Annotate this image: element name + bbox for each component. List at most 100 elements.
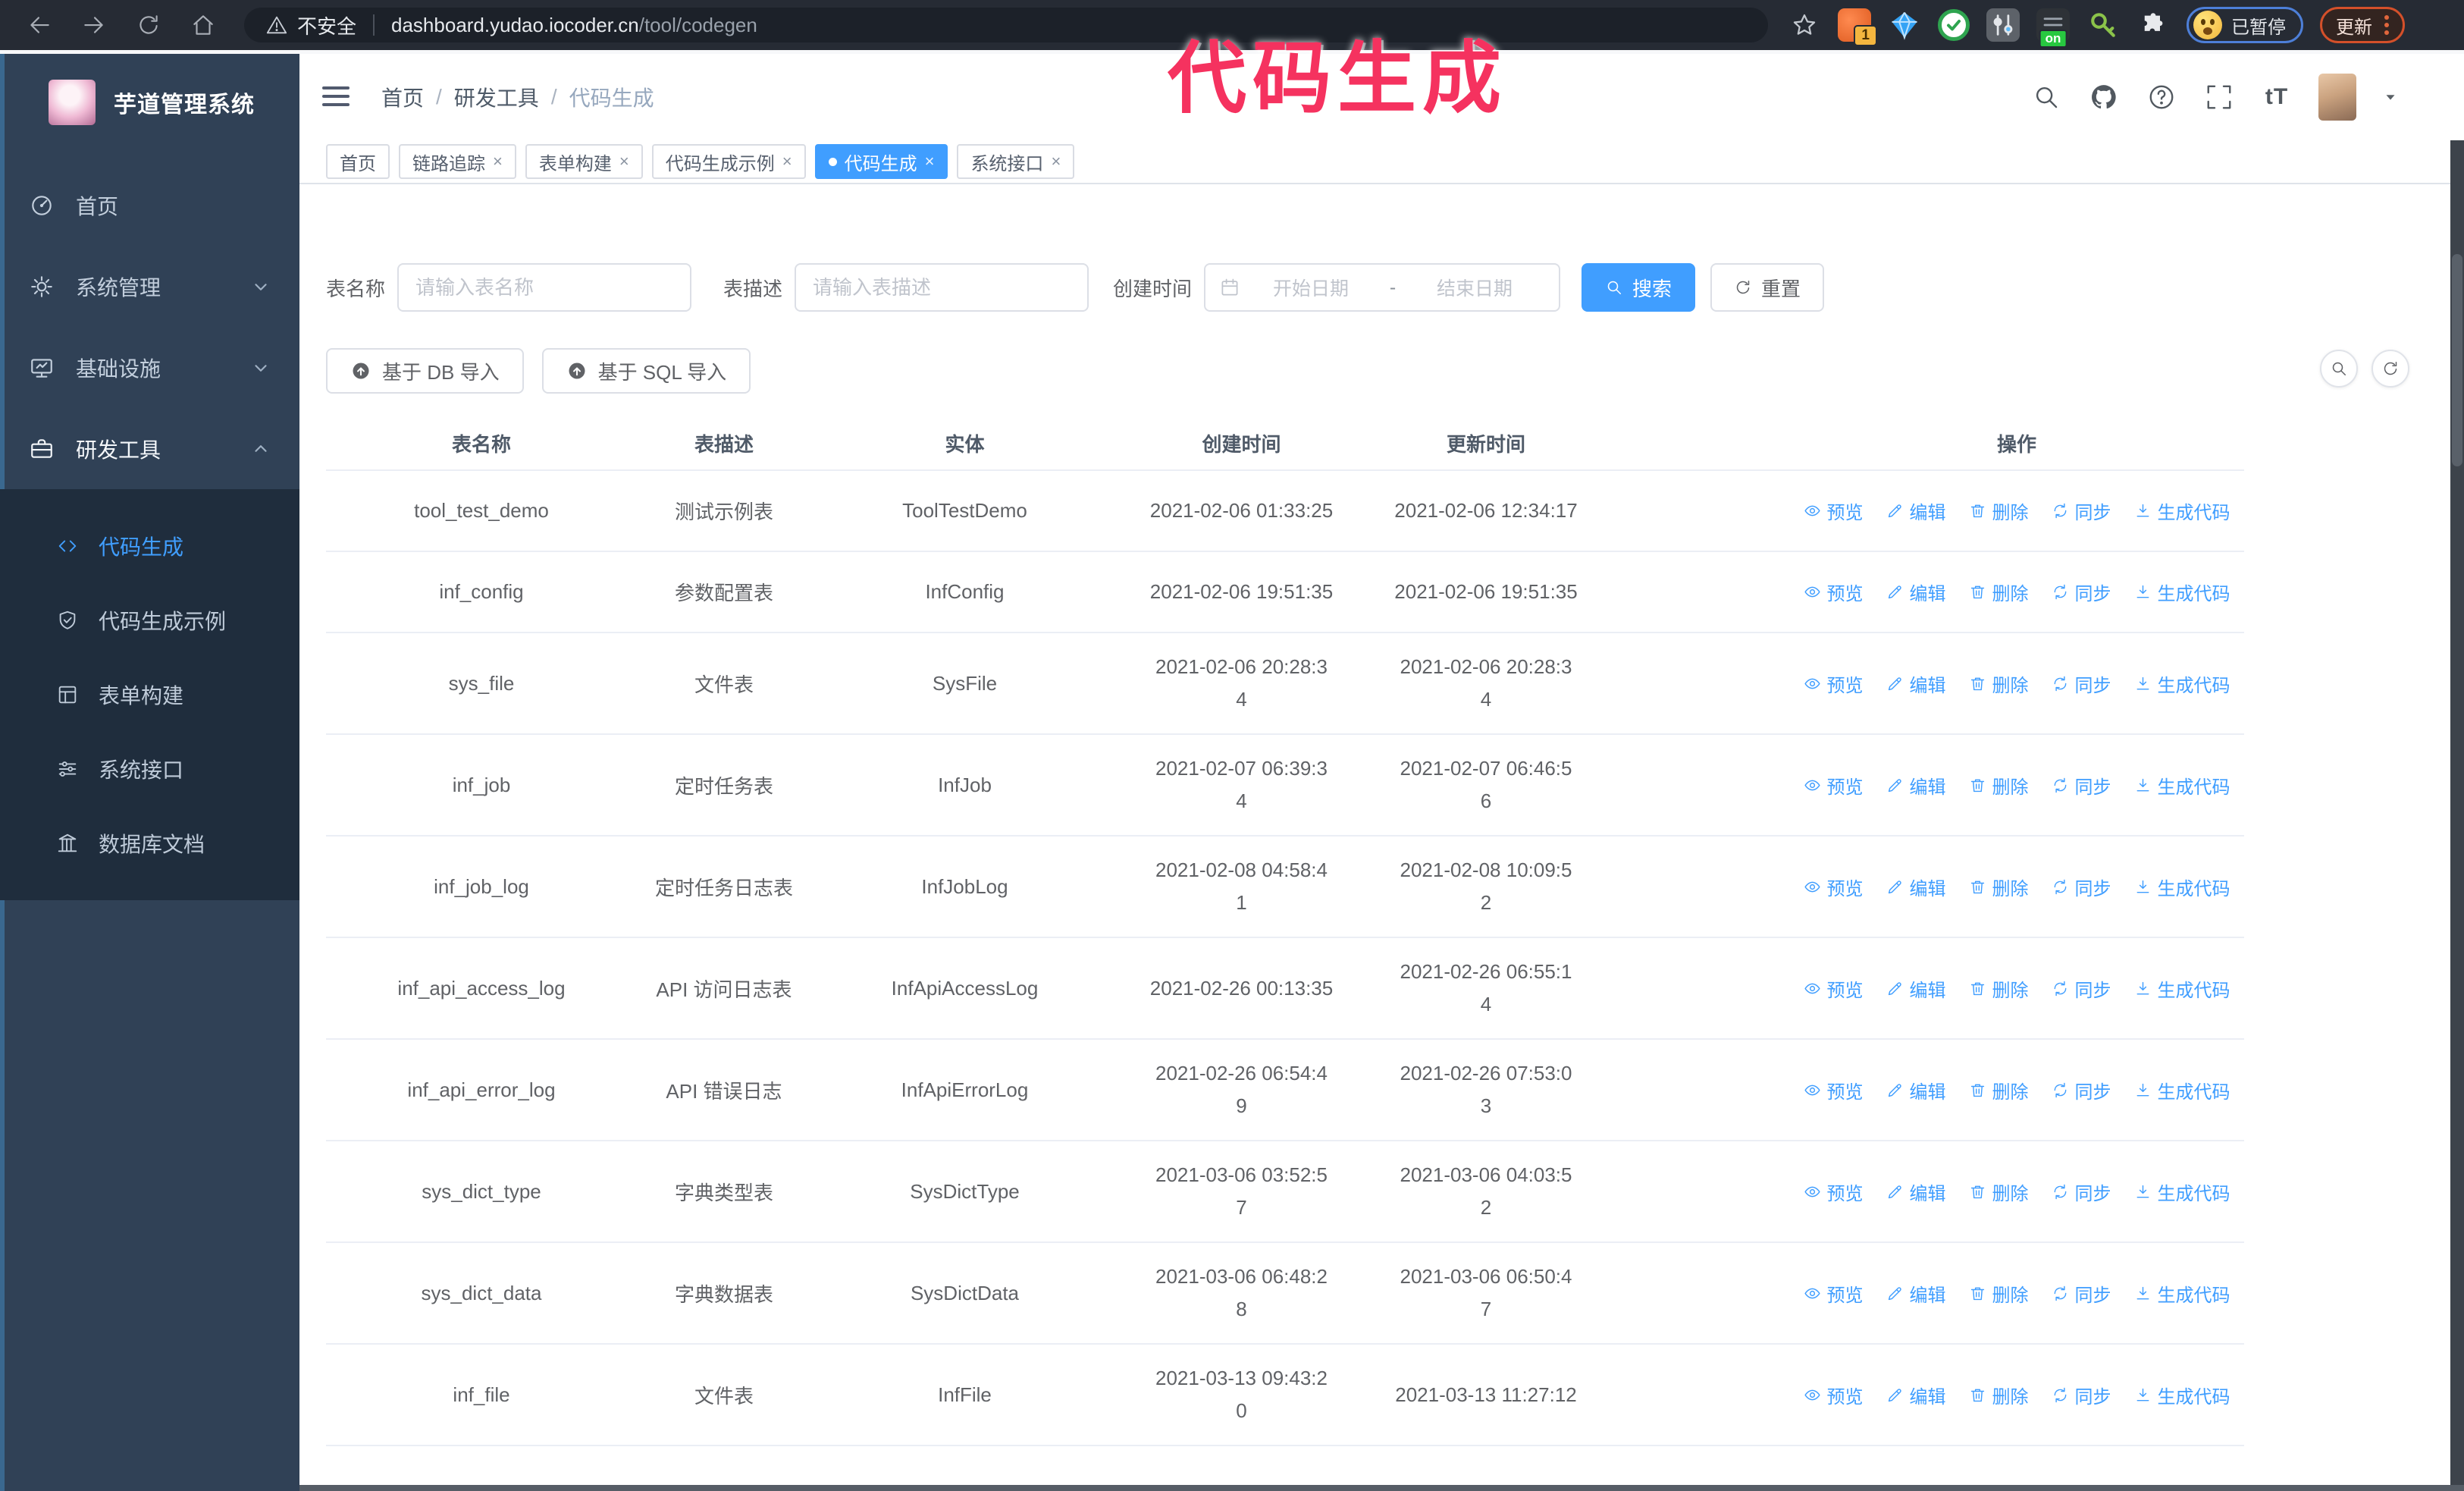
generate-code-link[interactable]: 生成代码 [2134,874,2230,900]
generate-code-link[interactable]: 生成代码 [2134,772,2230,799]
tab-codegen-example[interactable]: 代码生成示例 × [651,144,806,179]
generate-code-link[interactable]: 生成代码 [2134,498,2230,524]
refresh-table-button[interactable] [2372,350,2409,388]
delete-link[interactable]: 删除 [1969,1382,2029,1408]
app-logo[interactable]: 芋道管理系统 [0,54,299,151]
delete-link[interactable]: 删除 [1969,670,2029,697]
sync-link[interactable]: 同步 [2052,670,2111,697]
sidebar-item-home[interactable]: 首页 [0,165,299,246]
bookmark-star-icon[interactable] [1788,8,1821,42]
collapse-menu-icon[interactable] [322,83,353,110]
close-icon[interactable]: × [1051,153,1061,170]
table-name-input[interactable] [397,263,692,312]
edit-link[interactable]: 编辑 [1886,1077,1946,1103]
edit-link[interactable]: 编辑 [1886,579,1946,605]
sidebar-item-codegen-example[interactable]: 代码生成示例 [0,583,299,658]
update-button[interactable]: 更新 [2320,7,2405,43]
close-icon[interactable]: × [619,153,629,170]
home-icon[interactable] [188,10,218,40]
search-button[interactable]: 搜索 [1582,263,1696,312]
close-icon[interactable]: × [782,153,792,170]
close-icon[interactable]: × [493,153,503,170]
import-db-button[interactable]: 基于 DB 导入 [326,348,524,394]
sync-link[interactable]: 同步 [2052,772,2111,799]
delete-link[interactable]: 删除 [1969,1280,2029,1307]
tab-codegen[interactable]: 代码生成 × [814,144,948,179]
toggle-search-button[interactable] [2320,350,2358,388]
generate-code-link[interactable]: 生成代码 [2134,1382,2230,1408]
preview-link[interactable]: 预览 [1804,975,1864,1002]
delete-link[interactable]: 删除 [1969,975,2029,1002]
sync-link[interactable]: 同步 [2052,1077,2111,1103]
preview-link[interactable]: 预览 [1804,579,1864,605]
preview-link[interactable]: 预览 [1804,1077,1864,1103]
extension-proxy-icon[interactable]: on [2036,8,2070,48]
delete-link[interactable]: 删除 [1969,1077,2029,1103]
help-icon[interactable] [2146,81,2177,113]
tab-tracing[interactable]: 链路追踪 × [399,144,516,179]
bottom-scrollbar-track[interactable] [0,1485,2464,1491]
sidebar-item-codegen[interactable]: 代码生成 [0,509,299,583]
generate-code-link[interactable]: 生成代码 [2134,670,2230,697]
delete-link[interactable]: 删除 [1969,579,2029,605]
avatar-caret-down-icon[interactable] [2382,89,2399,105]
extension-gem-icon[interactable] [1888,8,1921,42]
sidebar-item-dev-tools[interactable]: 研发工具 [0,408,299,489]
tab-form-builder[interactable]: 表单构建 × [525,144,643,179]
breadcrumb-dev-tools[interactable]: 研发工具 [454,82,539,112]
extensions-puzzle-icon[interactable] [2136,8,2170,42]
generate-code-link[interactable]: 生成代码 [2134,1179,2230,1205]
scrollbar-thumb[interactable] [2452,254,2462,466]
edit-link[interactable]: 编辑 [1886,772,1946,799]
preview-link[interactable]: 预览 [1804,498,1864,524]
sync-link[interactable]: 同步 [2052,498,2111,524]
sync-link[interactable]: 同步 [2052,579,2111,605]
date-range-picker[interactable]: 开始日期 - 结束日期 [1204,263,1561,312]
import-sql-button[interactable]: 基于 SQL 导入 [541,348,751,394]
close-icon[interactable]: × [925,153,935,170]
extension-check-icon[interactable] [1938,9,1970,41]
table-desc-input[interactable] [795,263,1089,312]
edit-link[interactable]: 编辑 [1886,1382,1946,1408]
browser-menu-icon[interactable] [2384,15,2389,35]
tab-system-api[interactable]: 系统接口 × [957,144,1075,179]
edit-link[interactable]: 编辑 [1886,975,1946,1002]
preview-link[interactable]: 预览 [1804,874,1864,900]
sync-link[interactable]: 同步 [2052,975,2111,1002]
edit-link[interactable]: 编辑 [1886,874,1946,900]
edit-link[interactable]: 编辑 [1886,670,1946,697]
address-bar[interactable]: 不安全 dashboard.yudao.iocoder.cn /tool/cod… [244,8,1768,42]
sidebar-item-system-management[interactable]: 系统管理 [0,246,299,327]
delete-link[interactable]: 删除 [1969,498,2029,524]
generate-code-link[interactable]: 生成代码 [2134,1280,2230,1307]
sidebar-item-infrastructure[interactable]: 基础设施 [0,327,299,408]
preview-link[interactable]: 预览 [1804,1382,1864,1408]
github-icon[interactable] [2088,81,2120,113]
vertical-scrollbar[interactable] [2450,140,2464,1485]
forward-icon[interactable] [79,10,109,40]
preview-link[interactable]: 预览 [1804,772,1864,799]
preview-link[interactable]: 预览 [1804,1179,1864,1205]
tab-home[interactable]: 首页 [326,144,390,179]
edit-link[interactable]: 编辑 [1886,1179,1946,1205]
profile-paused-badge[interactable]: 已暂停 [2187,7,2303,43]
extension-key-icon[interactable] [2086,8,2120,42]
sidebar-item-form-builder[interactable]: 表单构建 [0,658,299,732]
generate-code-link[interactable]: 生成代码 [2134,975,2230,1002]
search-icon[interactable] [2030,81,2062,113]
generate-code-link[interactable]: 生成代码 [2134,1077,2230,1103]
edit-link[interactable]: 编辑 [1886,498,1946,524]
sync-link[interactable]: 同步 [2052,1179,2111,1205]
user-avatar[interactable] [2318,74,2356,121]
sidebar-item-system-api[interactable]: 系统接口 [0,732,299,806]
edit-link[interactable]: 编辑 [1886,1280,1946,1307]
sync-link[interactable]: 同步 [2052,1382,2111,1408]
delete-link[interactable]: 删除 [1969,772,2029,799]
extension-sliders-icon[interactable] [1986,8,2020,42]
reload-icon[interactable] [133,10,164,40]
back-icon[interactable] [24,10,55,40]
delete-link[interactable]: 删除 [1969,874,2029,900]
reset-button[interactable]: 重置 [1710,263,1825,312]
sync-link[interactable]: 同步 [2052,1280,2111,1307]
sync-link[interactable]: 同步 [2052,874,2111,900]
